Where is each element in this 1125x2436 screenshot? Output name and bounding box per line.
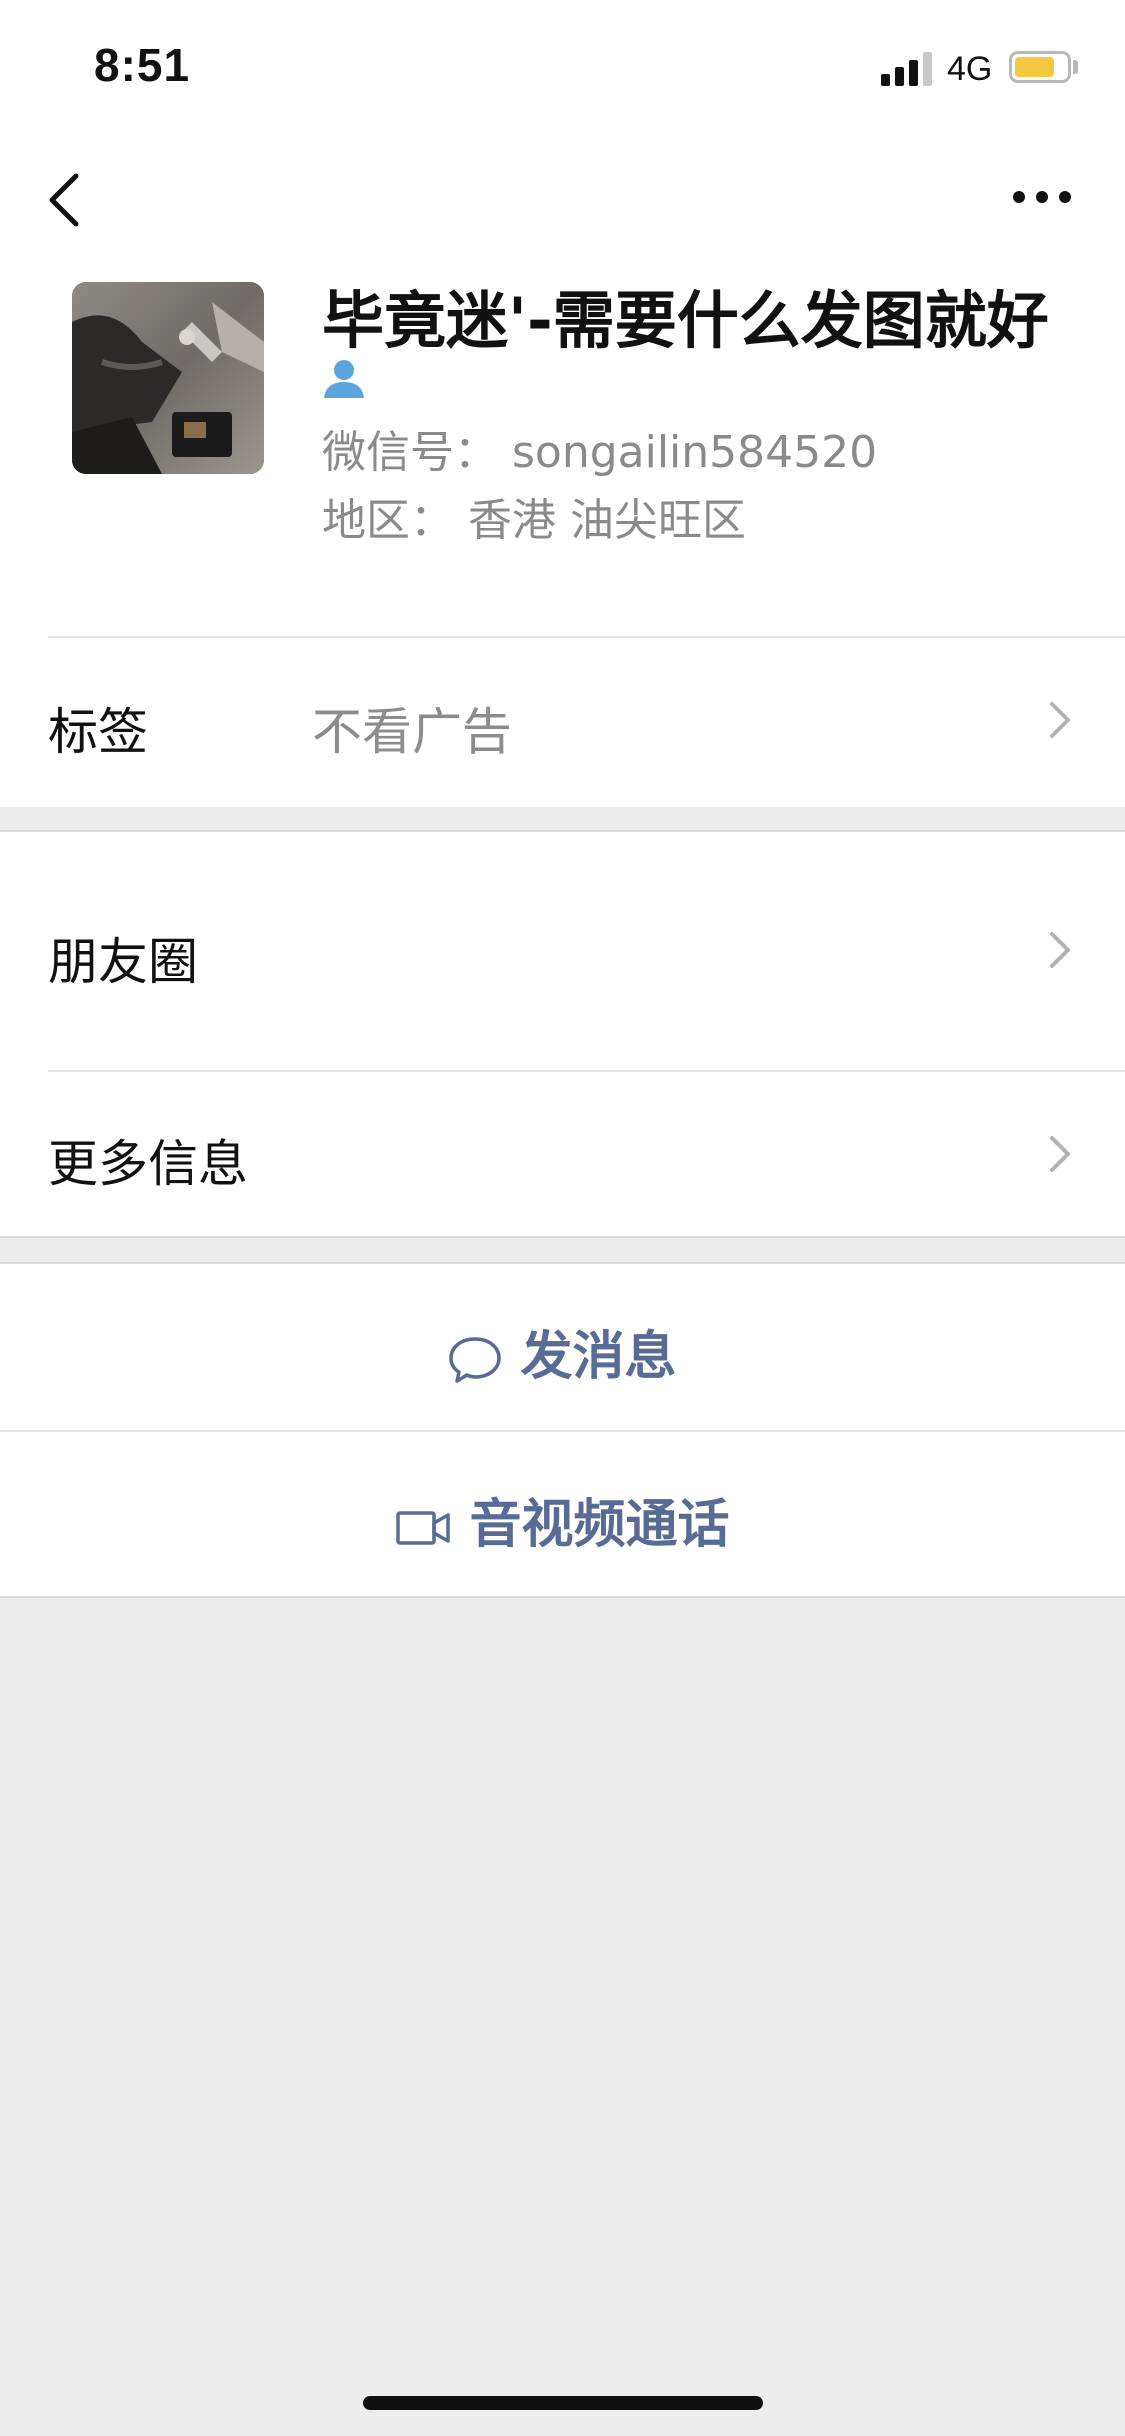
wechat-id: 微信号： songailin584520 xyxy=(322,427,878,478)
avatar[interactable] xyxy=(72,282,264,474)
info-group: 朋友圈 更多信息 xyxy=(0,830,1125,1238)
profile-card: 毕竟迷'-需要什么发图就好 微信号： songailin584520 地区： 香… xyxy=(0,264,1125,807)
person-icon xyxy=(322,356,366,400)
tags-label: 标签 xyxy=(48,703,148,761)
av-call-label: 音视频通话 xyxy=(469,1495,730,1555)
home-indicator[interactable] xyxy=(363,2396,763,2410)
signal-icon xyxy=(881,52,935,86)
send-message-label: 发消息 xyxy=(520,1327,677,1387)
moments-label: 朋友圈 xyxy=(48,933,198,991)
chevron-right-icon xyxy=(1040,690,1080,750)
region: 地区： 香港 油尖旺区 xyxy=(322,495,746,546)
chat-bubble-icon xyxy=(449,1337,502,1383)
actions-group: 发消息 音视频通话 xyxy=(0,1262,1125,1598)
battery-tip xyxy=(1073,60,1078,74)
nav-bar xyxy=(0,132,1125,264)
chevron-right-icon xyxy=(1040,1124,1080,1184)
status-time: 8:51 xyxy=(94,39,191,91)
send-message-button[interactable]: 发消息 xyxy=(0,1264,1125,1430)
status-bar: 8:51 4G xyxy=(0,0,1125,132)
network-type: 4G xyxy=(947,50,993,88)
moments-row[interactable]: 朋友圈 xyxy=(0,832,1125,1070)
more-options-icon[interactable] xyxy=(1010,187,1074,207)
more-info-label: 更多信息 xyxy=(48,1135,248,1193)
video-camera-icon xyxy=(396,1511,451,1545)
av-call-button[interactable]: 音视频通话 xyxy=(0,1432,1125,1598)
more-info-row[interactable]: 更多信息 xyxy=(0,1072,1125,1238)
tags-value: 不看广告 xyxy=(312,703,512,761)
tags-row[interactable]: 标签 不看广告 xyxy=(0,638,1125,806)
back-icon[interactable] xyxy=(40,168,90,232)
battery-icon xyxy=(1009,51,1071,83)
contact-name: 毕竟迷'-需要什么发图就好 xyxy=(322,284,1049,357)
chevron-right-icon xyxy=(1040,920,1080,980)
